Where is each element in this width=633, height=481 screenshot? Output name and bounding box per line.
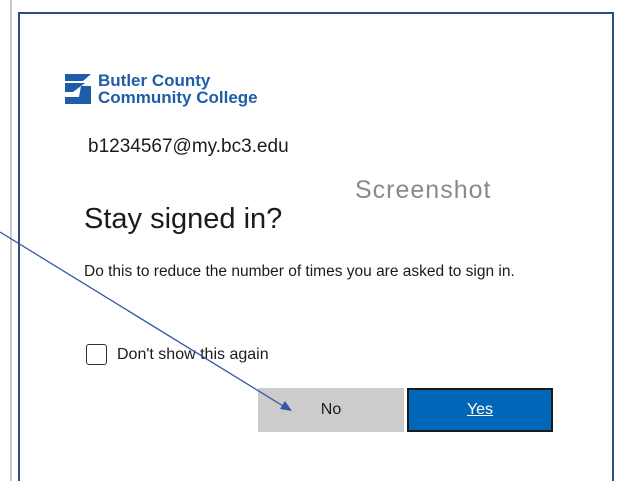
yes-button[interactable]: Yes (407, 388, 553, 432)
screenshot-watermark: Screenshot (355, 176, 492, 204)
dont-show-again-label[interactable]: Don't show this again (117, 346, 269, 364)
description-text: Do this to reduce the number of times yo… (84, 263, 515, 280)
logo-line-1: Butler County (98, 71, 211, 90)
outer-frame-edge (10, 0, 12, 481)
bc3-logo-icon (65, 74, 91, 104)
dont-show-again-row[interactable]: Don't show this again (86, 344, 269, 365)
dont-show-again-checkbox[interactable] (86, 344, 107, 365)
logo-wordmark: Butler County Community College (98, 72, 258, 106)
page-title: Stay signed in? (84, 203, 283, 235)
account-email: b1234567@my.bc3.edu (88, 136, 289, 157)
logo-line-2: Community College (98, 88, 258, 107)
college-logo: Butler County Community College (63, 72, 258, 106)
no-button[interactable]: No (258, 388, 404, 432)
